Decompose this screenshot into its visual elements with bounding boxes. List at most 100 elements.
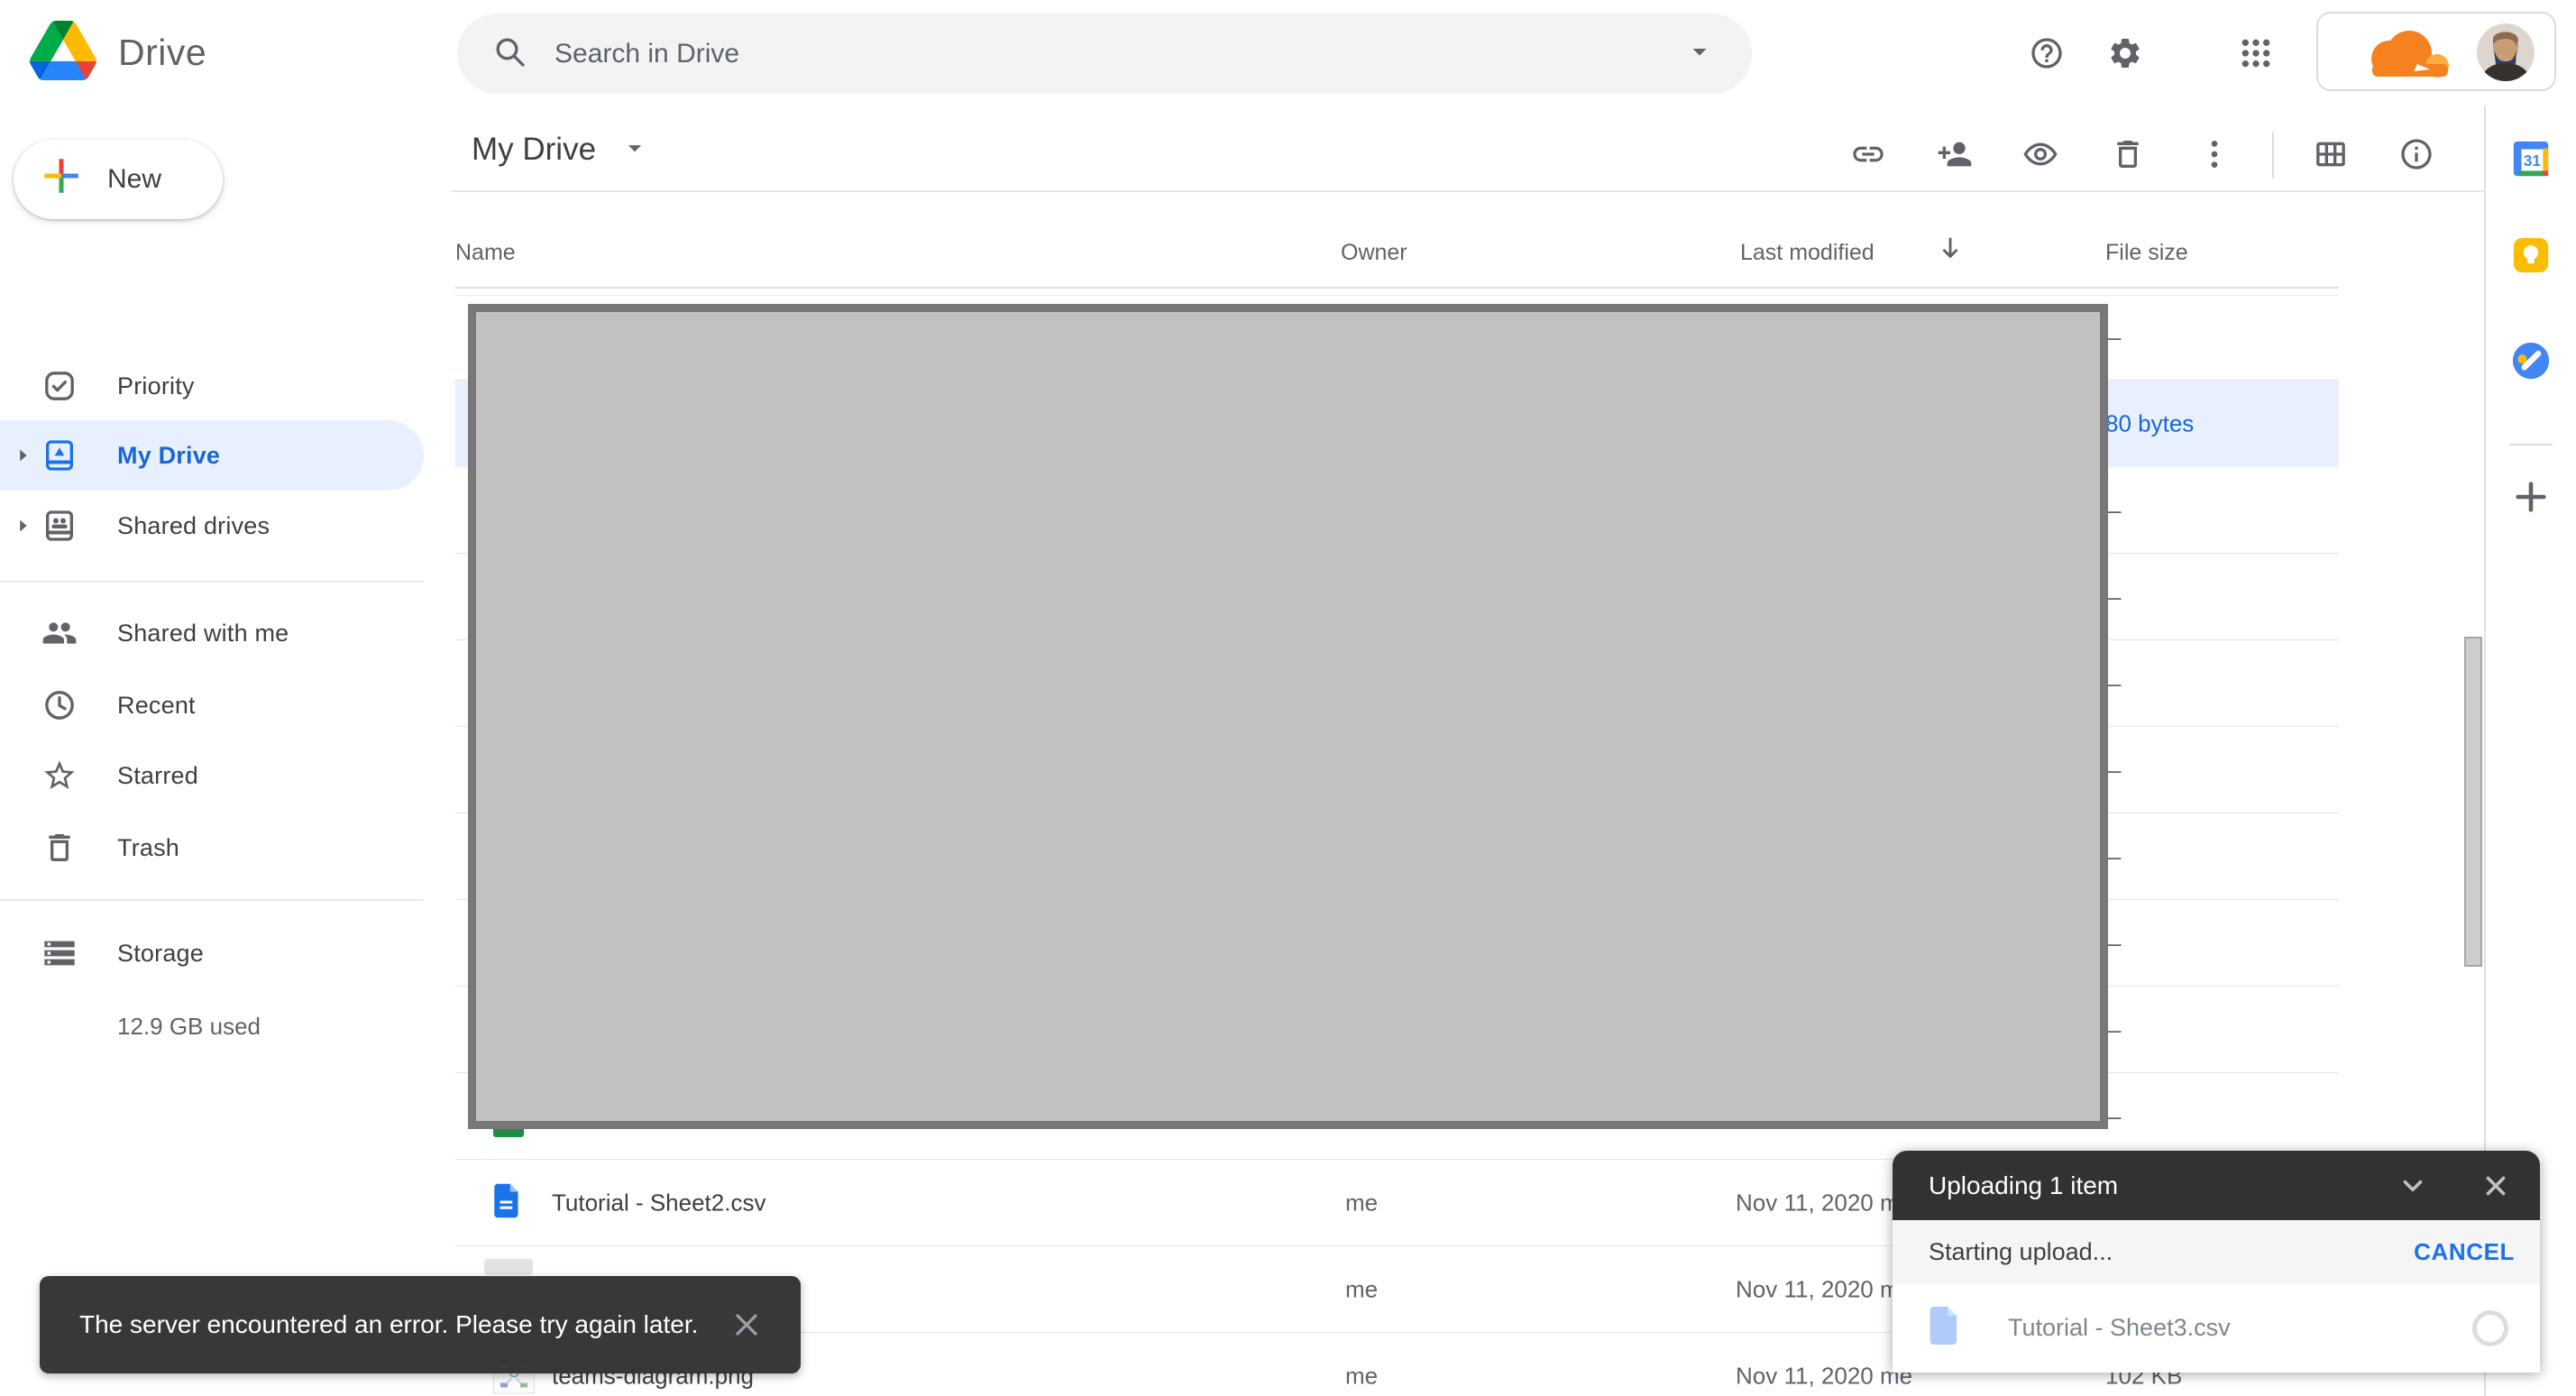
sidebar-item-label: Priority — [117, 372, 195, 400]
help-icon[interactable] — [2029, 35, 2065, 71]
cancel-upload-button[interactable]: CANCEL — [2414, 1238, 2515, 1266]
shared-drives-icon — [41, 508, 78, 544]
file-size-cell: – — [2108, 583, 2121, 611]
file-size-cell: – — [2108, 842, 2121, 870]
search-input[interactable] — [555, 39, 1683, 69]
sidebar-item-label: Shared with me — [117, 620, 289, 647]
uploading-file-row[interactable]: Tutorial - Sheet3.csv — [1893, 1283, 2540, 1373]
expand-arrow-icon[interactable] — [13, 445, 32, 465]
search-icon — [491, 33, 527, 74]
new-plus-icon — [39, 153, 84, 206]
drive-wordmark: Drive — [118, 32, 206, 74]
preview-eye-icon[interactable] — [2022, 136, 2058, 172]
error-toast: The server encountered an error. Please … — [40, 1276, 801, 1373]
cloudflare-logo-icon[interactable] — [2360, 28, 2455, 85]
sidebar-item-label: Starred — [117, 762, 198, 790]
table-header-border — [455, 287, 2339, 289]
sheet-file-icon-sliver — [493, 1129, 524, 1137]
delete-icon[interactable] — [2110, 136, 2146, 172]
sidebar-item-shared-with-me[interactable]: Shared with me — [0, 598, 424, 668]
owner-cell: me — [1345, 1275, 1378, 1303]
google-keep-icon[interactable] — [2510, 234, 2552, 276]
vertical-scrollbar-thumb[interactable] — [2464, 637, 2482, 967]
info-icon[interactable] — [2398, 136, 2434, 172]
sidebar-item-priority[interactable]: Priority — [0, 351, 424, 421]
file-size-cell: – — [2108, 1015, 2121, 1043]
dismiss-toast-icon[interactable] — [729, 1307, 765, 1343]
star-icon — [41, 758, 78, 794]
google-tasks-icon[interactable] — [2510, 340, 2552, 381]
side-panel-separator — [2509, 444, 2553, 445]
file-size-cell: – — [2108, 669, 2121, 697]
upload-spinner-icon — [2472, 1310, 2508, 1346]
sidebar-item-shared-drives[interactable]: Shared drives — [0, 491, 424, 561]
file-name-cell: Tutorial - Sheet2.csv — [552, 1189, 765, 1217]
sidebar-item-starred[interactable]: Starred — [0, 740, 424, 811]
sidebar-item-label: Trash — [117, 834, 179, 862]
new-button[interactable]: New — [14, 140, 223, 219]
sidebar-item-my-drive[interactable]: My Drive — [0, 420, 424, 491]
sidebar-divider — [0, 581, 424, 583]
grid-view-icon[interactable] — [2313, 136, 2349, 172]
error-toast-message: The server encountered an error. Please … — [79, 1310, 698, 1339]
folder-breadcrumb[interactable]: My Drive — [472, 132, 650, 168]
owner-cell: me — [1345, 1363, 1378, 1391]
owner-cell: me — [1345, 1189, 1378, 1217]
sidebar-item-recent[interactable]: Recent — [0, 670, 424, 740]
sidebar-item-label: Storage — [117, 940, 204, 968]
account-avatar[interactable] — [2477, 23, 2535, 81]
priority-icon — [41, 368, 78, 404]
drive-logo[interactable]: Drive — [30, 0, 206, 106]
column-header-name[interactable]: Name — [455, 240, 516, 266]
sidebar-item-label: Recent — [117, 692, 196, 720]
last-modified-cell: Nov 11, 2020 me — [1736, 1363, 1912, 1391]
add-panel-plus-icon[interactable] — [2510, 476, 2552, 518]
page-title: My Drive — [472, 132, 596, 168]
redacted-region-overlay — [468, 304, 2108, 1129]
upload-panel-title: Uploading 1 item — [1929, 1171, 2118, 1200]
last-modified-cell: Nov 11, 2020 me — [1736, 1189, 1912, 1217]
folder-menu-caret-icon — [619, 133, 650, 168]
column-header-owner[interactable]: Owner — [1341, 240, 1407, 266]
get-link-icon[interactable] — [1850, 136, 1886, 172]
header-divider — [451, 190, 2484, 192]
storage-icon — [41, 935, 78, 971]
google-drive-window: Drive — [0, 0, 2576, 1396]
sidebar-item-label: Shared drives — [117, 512, 270, 540]
upload-status-row: Starting upload... CANCEL — [1893, 1220, 2540, 1283]
file-size-cell: – — [2108, 1102, 2121, 1130]
file-size-cell: – — [2108, 496, 2121, 524]
google-calendar-icon[interactable]: 31 — [2510, 138, 2552, 179]
toolbar-separator — [2272, 132, 2274, 179]
search-bar[interactable] — [457, 14, 1752, 94]
drive-triangle-icon — [30, 21, 96, 85]
uploading-file-name: Tutorial - Sheet3.csv — [2008, 1314, 2231, 1342]
account-area — [2316, 12, 2556, 91]
calendar-date-label: 31 — [2524, 152, 2542, 170]
sort-descending-arrow-icon[interactable] — [1935, 233, 1966, 268]
share-person-add-icon[interactable] — [1937, 136, 1973, 172]
settings-gear-icon[interactable] — [2107, 35, 2143, 71]
top-app-bar: Drive — [0, 0, 2576, 106]
close-upload-panel-icon[interactable] — [2480, 1171, 2511, 1201]
new-button-label: New — [107, 164, 161, 195]
minimize-chevron-icon[interactable] — [2397, 1171, 2428, 1201]
expand-arrow-icon[interactable] — [13, 516, 32, 536]
column-header-last-modified[interactable]: Last modified — [1740, 240, 1875, 266]
sidebar-item-storage[interactable]: Storage — [0, 918, 424, 988]
file-size-cell: 80 bytes — [2105, 409, 2194, 437]
clock-icon — [41, 687, 78, 723]
file-size-cell: – — [2108, 323, 2121, 351]
search-options-caret-icon[interactable] — [1683, 35, 1716, 72]
sidebar-item-label: My Drive — [117, 442, 220, 470]
column-header-file-size[interactable]: File size — [2105, 240, 2188, 266]
sidebar-item-trash[interactable]: Trash — [0, 813, 424, 883]
more-actions-icon[interactable] — [2196, 136, 2232, 172]
table-header-border-inner — [455, 295, 2339, 296]
google-apps-grid-icon[interactable] — [2238, 35, 2274, 71]
file-size-cell: – — [2108, 756, 2121, 784]
trash-icon — [41, 830, 78, 866]
my-drive-icon — [41, 437, 78, 473]
sidebar: New Priority My Drive — [0, 106, 424, 1396]
people-icon — [41, 615, 78, 651]
